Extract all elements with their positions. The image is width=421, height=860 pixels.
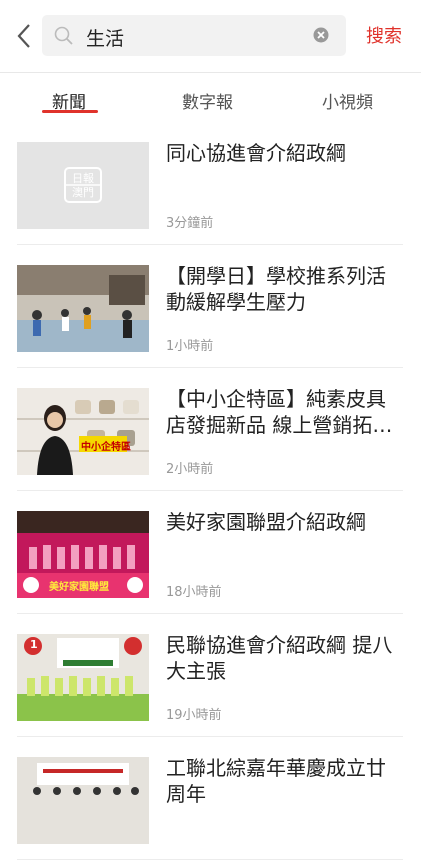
- article-time: 3分鐘前: [166, 216, 214, 231]
- search-icon: [54, 26, 73, 45]
- tab-digital-paper[interactable]: 數字報: [182, 88, 233, 113]
- list-item[interactable]: 中小企特區 【中小企特區】純素皮具店發掘新品 線上營銷拓… 2小時前: [17, 368, 403, 491]
- list-item[interactable]: 美好家園聯盟 美好家園聯盟介紹政綱 18小時前: [17, 491, 403, 614]
- article-thumbnail: 美好家園聯盟: [17, 511, 149, 598]
- article-thumbnail: 中小企特區: [17, 388, 149, 475]
- thumbnail-caption: 美好家園聯盟: [49, 582, 109, 593]
- search-input[interactable]: 生活: [86, 24, 124, 51]
- thumbnail-logo-text: 日報 澳門: [72, 172, 94, 199]
- article-title: 民聯協進會介紹政綱 提八大主張: [166, 633, 393, 683]
- back-button[interactable]: [10, 20, 38, 52]
- article-time: 18小時前: [166, 585, 222, 600]
- article-thumbnail: [17, 265, 149, 352]
- search-button[interactable]: 搜索: [366, 22, 402, 48]
- thumbnail-caption: 1: [30, 638, 38, 651]
- search-box[interactable]: 生活: [42, 15, 346, 56]
- article-time: 2小時前: [166, 462, 214, 477]
- article-title: 【中小企特區】純素皮具店發掘新品 線上營銷拓…: [166, 387, 393, 437]
- list-item[interactable]: 日報 澳門 同心協進會介紹政綱 3分鐘前: [17, 122, 403, 245]
- list-item[interactable]: 【開學日】學校推系列活動緩解學生壓力 1小時前: [17, 245, 403, 368]
- thumbnail-caption: 中小企特區: [81, 442, 131, 453]
- article-title: 【開學日】學校推系列活動緩解學生壓力: [166, 264, 386, 314]
- article-time: 19小時前: [166, 708, 222, 723]
- article-title: 工聯北綜嘉年華慶成立廿周年: [166, 756, 386, 806]
- top-bar: 生活 搜索: [0, 0, 421, 73]
- article-list: 日報 澳門 同心協進會介紹政綱 3分鐘前 【開學日】學校推系列活動緩解學生壓力 …: [17, 122, 403, 860]
- list-item[interactable]: 工聯北綜嘉年華慶成立廿周年: [17, 737, 403, 860]
- article-thumbnail: [17, 757, 149, 844]
- article-thumbnail: 日報 澳門: [17, 142, 149, 229]
- tab-bar: 新聞 數字報 小視頻: [0, 74, 421, 122]
- article-time: 1小時前: [166, 339, 214, 354]
- tab-short-video[interactable]: 小視頻: [322, 88, 373, 113]
- article-title: 美好家園聯盟介紹政綱: [166, 510, 366, 534]
- article-title: 同心協進會介紹政綱: [166, 141, 346, 165]
- clear-icon[interactable]: [313, 27, 329, 43]
- chevron-left-icon: [17, 24, 30, 48]
- active-tab-indicator: [42, 110, 98, 113]
- list-item[interactable]: 1 民聯協進會介紹政綱 提八大主張 19小時前: [17, 614, 403, 737]
- article-thumbnail: 1: [17, 634, 149, 721]
